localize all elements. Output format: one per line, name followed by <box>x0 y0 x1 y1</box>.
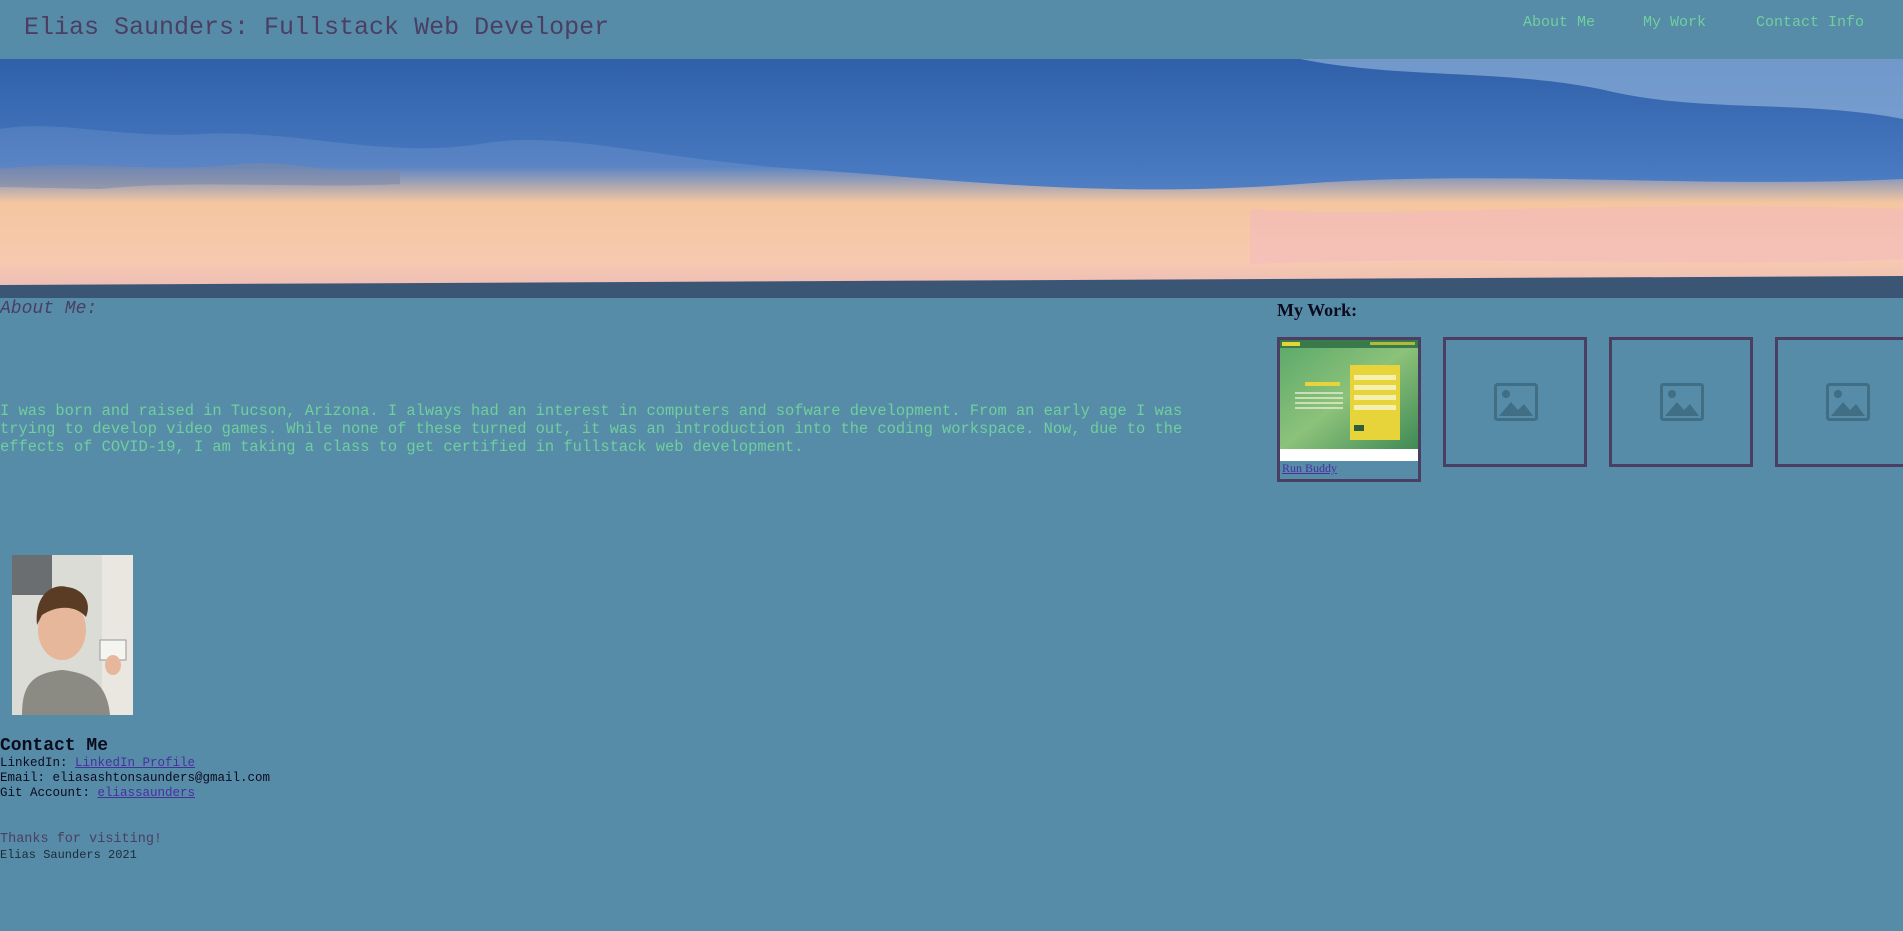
hero-banner-image <box>0 59 1903 298</box>
profile-photo <box>12 555 133 715</box>
project-card-placeholder-2[interactable] <box>1609 337 1753 467</box>
project-card-placeholder-1[interactable] <box>1443 337 1587 467</box>
image-placeholder-icon <box>1660 383 1704 421</box>
linkedin-link[interactable]: LinkedIn Profile <box>75 756 195 770</box>
email-value: eliasashtonsaunders@gmail.com <box>52 771 271 785</box>
run-buddy-caption-bar <box>1280 449 1418 461</box>
about-heading: About Me: <box>0 299 98 319</box>
run-buddy-screenshot <box>1280 340 1418 449</box>
email-label: Email: <box>0 771 53 785</box>
nav-about-me[interactable]: About Me <box>1523 14 1595 31</box>
nav-my-work[interactable]: My Work <box>1643 14 1706 31</box>
image-placeholder-icon <box>1494 383 1538 421</box>
contact-heading: Contact Me <box>0 736 109 756</box>
about-paragraph: I was born and raised in Tucson, Arizona… <box>0 402 1183 456</box>
thanks-text: Thanks for visiting! <box>0 832 163 847</box>
nav-contact-info[interactable]: Contact Info <box>1756 14 1864 31</box>
git-link[interactable]: eliassaunders <box>98 786 196 800</box>
footer-copyright: Elias Saunders 2021 <box>0 848 137 862</box>
contact-section: Contact Me LinkedIn: LinkedIn Profile Em… <box>0 736 270 801</box>
git-row: Git Account: eliassaunders <box>0 786 270 801</box>
linkedin-row: LinkedIn: LinkedIn Profile <box>0 756 270 771</box>
site-title: Elias Saunders: Fullstack Web Developer <box>24 13 610 42</box>
project-card-placeholder-3[interactable] <box>1775 337 1903 467</box>
email-row: Email: eliasashtonsaunders@gmail.com <box>0 771 270 786</box>
image-placeholder-icon <box>1826 383 1870 421</box>
project-card-run-buddy[interactable]: Run Buddy <box>1277 337 1421 482</box>
git-label: Git Account: <box>0 786 98 800</box>
site-header: Elias Saunders: Fullstack Web Developer … <box>0 0 1903 59</box>
run-buddy-link[interactable]: Run Buddy <box>1282 461 1337 476</box>
work-heading: My Work: <box>1277 300 1358 320</box>
linkedin-label: LinkedIn: <box>0 756 76 770</box>
